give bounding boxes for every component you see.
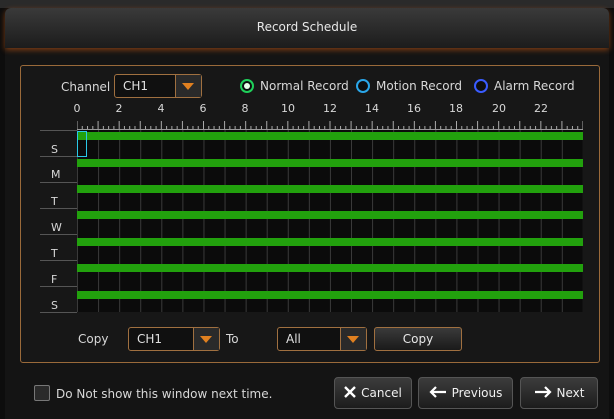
previous-button[interactable]: Previous (418, 377, 513, 409)
hour-label: 10 (281, 102, 295, 115)
day-separator (40, 182, 77, 183)
motion-record-label: Motion Record (376, 79, 462, 93)
cancel-label: Cancel (361, 386, 402, 400)
copy-from-select[interactable]: CH1 (128, 327, 220, 351)
day-label-friday: F (51, 273, 58, 286)
arrow-left-icon (429, 385, 447, 401)
selected-cell-cursor (77, 131, 87, 157)
day-separator (40, 156, 77, 157)
motion-record-radio[interactable] (356, 79, 370, 93)
dialog-title: Record Schedule (256, 20, 358, 34)
channel-select[interactable]: CH1 (114, 74, 202, 98)
schedule-bar-sunday[interactable] (77, 132, 583, 140)
alarm-record-label: Alarm Record (494, 79, 575, 93)
top-strip (0, 0, 614, 8)
day-label-saturday: S (51, 299, 58, 312)
normal-record-radio[interactable] (240, 79, 254, 93)
day-separator (40, 208, 77, 209)
alarm-record-radio[interactable] (474, 79, 488, 93)
time-ruler (77, 121, 583, 130)
day-separator (40, 312, 77, 313)
schedule-bar-friday[interactable] (77, 264, 583, 272)
hour-label: 20 (492, 102, 506, 115)
next-label: Next (556, 386, 585, 400)
chevron-down-icon (340, 328, 366, 350)
next-button[interactable]: Next (520, 377, 598, 409)
day-label-thursday: T (51, 247, 58, 260)
dont-show-label: Do Not show this window next time. (56, 387, 273, 401)
channel-label: Channel (61, 80, 111, 94)
chevron-down-icon (175, 75, 201, 97)
day-label-monday: M (51, 168, 61, 181)
normal-record-label: Normal Record (260, 79, 349, 93)
schedule-bar-tuesday[interactable] (77, 185, 583, 193)
day-label-tuesday: T (51, 195, 58, 208)
hour-label: 8 (241, 102, 249, 115)
arrow-right-icon (534, 385, 552, 401)
hour-label: 22 (534, 102, 548, 115)
chevron-down-icon (193, 328, 219, 350)
hour-label: 0 (73, 102, 81, 115)
dont-show-checkbox[interactable] (34, 385, 50, 401)
schedule-bar-saturday[interactable] (77, 291, 583, 299)
schedule-bar-thursday[interactable] (77, 238, 583, 246)
schedule-bar-monday[interactable] (77, 159, 583, 167)
hour-label: 14 (365, 102, 379, 115)
copy-from-value: CH1 (137, 332, 163, 346)
schedule-grid[interactable] (77, 130, 583, 312)
copy-button[interactable]: Copy (374, 327, 462, 351)
day-label-sunday: S (51, 143, 58, 156)
day-separator (40, 130, 77, 131)
copy-to-select[interactable]: All (277, 327, 367, 351)
channel-select-value: CH1 (123, 79, 149, 93)
cancel-button[interactable]: Cancel (334, 377, 412, 409)
day-separator (40, 286, 77, 287)
copy-to-value: All (286, 332, 301, 346)
hour-label: 18 (449, 102, 463, 115)
hour-label: 16 (407, 102, 421, 115)
day-separator (40, 234, 77, 235)
hour-label: 12 (323, 102, 337, 115)
hour-label: 4 (157, 102, 165, 115)
previous-label: Previous (451, 386, 503, 400)
hour-label: 2 (115, 102, 123, 115)
copy-label: Copy (78, 332, 109, 346)
schedule-bar-wednesday[interactable] (77, 211, 583, 219)
hour-label: 6 (199, 102, 207, 115)
day-separator (40, 260, 77, 261)
close-icon (344, 385, 357, 401)
day-label-wednesday: W (51, 221, 62, 234)
to-label: To (226, 332, 239, 346)
